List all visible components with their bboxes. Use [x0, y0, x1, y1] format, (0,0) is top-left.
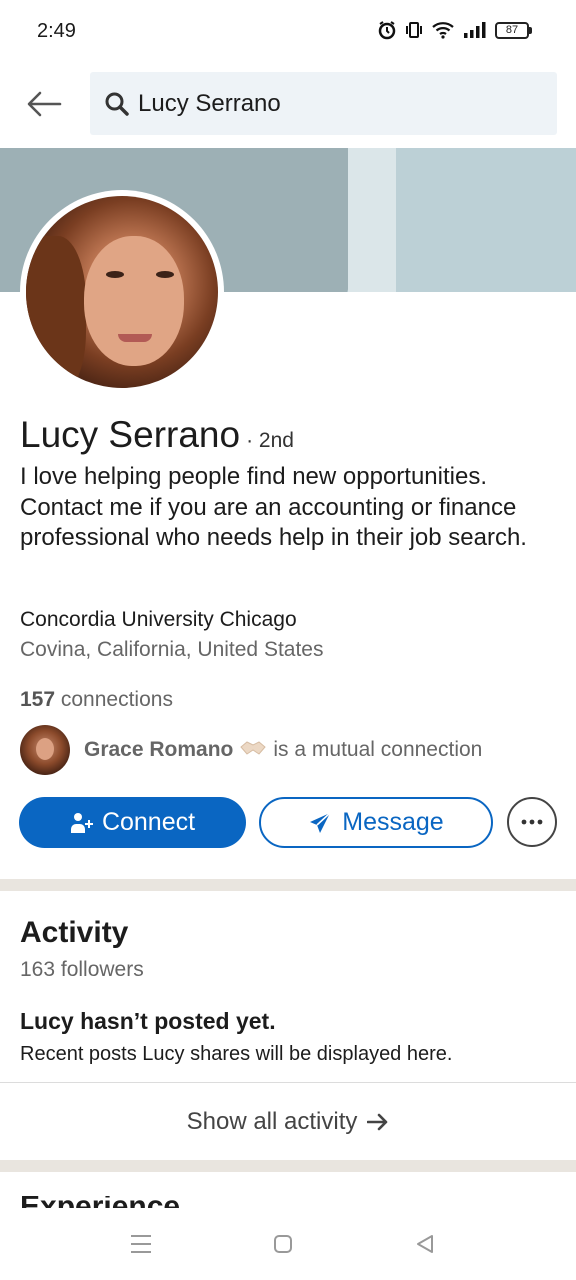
vibrate-icon: [405, 21, 423, 39]
connections-number: 157: [20, 688, 56, 711]
section-divider: [0, 879, 576, 891]
more-button[interactable]: [507, 797, 557, 847]
connections-label: connections: [55, 688, 173, 711]
home-button[interactable]: [263, 1232, 303, 1256]
section-divider-2: [0, 1160, 576, 1172]
profile-headline: I love helping people find new opportuni…: [20, 463, 527, 551]
connections-count[interactable]: 157 connections: [20, 688, 173, 712]
system-nav-bar: [0, 1208, 576, 1280]
profile-school[interactable]: Concordia University Chicago: [20, 608, 297, 632]
status-icons: 87: [377, 20, 532, 40]
status-bar: 2:49 87: [0, 0, 576, 66]
no-posts-subtitle: Recent posts Lucy shares will be display…: [20, 1043, 453, 1065]
message-label: Message: [342, 808, 444, 836]
back-button[interactable]: [20, 82, 68, 126]
status-time: 2:49: [37, 20, 76, 42]
mutual-text: is a mutual connection: [273, 738, 483, 761]
connection-degree: · 2nd: [246, 429, 294, 452]
back-nav-button[interactable]: [405, 1232, 445, 1256]
home-icon: [274, 1235, 292, 1253]
activity-title: Activity: [20, 916, 129, 949]
more-icon: [521, 819, 543, 825]
handshake-icon: [239, 738, 267, 763]
wifi-icon: [431, 21, 455, 39]
activity-divider: [0, 1082, 576, 1083]
arrow-right-icon: [367, 1113, 388, 1131]
no-posts-title: Lucy hasn’t posted yet.: [20, 1008, 276, 1034]
battery-level: 87: [495, 21, 529, 39]
menu-icon: [131, 1235, 151, 1253]
profile-name: Lucy Serrano: [20, 414, 241, 455]
show-all-label: Show all activity: [186, 1108, 358, 1135]
search-icon: [105, 92, 129, 116]
connect-button[interactable]: Connect: [19, 797, 246, 848]
mutual-name: Grace Romano: [84, 738, 234, 761]
message-button[interactable]: Message: [259, 797, 493, 848]
experience-section-peek: Experience: [20, 1196, 320, 1208]
mutual-avatar: [20, 725, 70, 775]
battery-icon: 87: [495, 21, 532, 39]
experience-title: Experience: [20, 1196, 320, 1208]
alarm-icon: [377, 20, 397, 40]
search-input[interactable]: [138, 89, 538, 118]
back-arrow-icon: [27, 91, 62, 117]
profile-avatar[interactable]: [20, 190, 224, 394]
followers-count: 163 followers: [20, 958, 144, 981]
mutual-connection[interactable]: Grace Romano is a mutual connection: [20, 724, 482, 776]
add-person-icon: [70, 812, 93, 833]
send-icon: [310, 811, 331, 833]
profile-name-row: Lucy Serrano · 2nd: [20, 414, 294, 456]
search-bar[interactable]: [90, 72, 557, 135]
back-icon: [417, 1235, 433, 1253]
signal-icon: [463, 21, 487, 39]
menu-button[interactable]: [121, 1232, 161, 1256]
connect-label: Connect: [101, 808, 196, 836]
profile-location: Covina, California, United States: [20, 638, 324, 661]
show-all-activity-button[interactable]: Show all activity: [0, 1086, 576, 1158]
